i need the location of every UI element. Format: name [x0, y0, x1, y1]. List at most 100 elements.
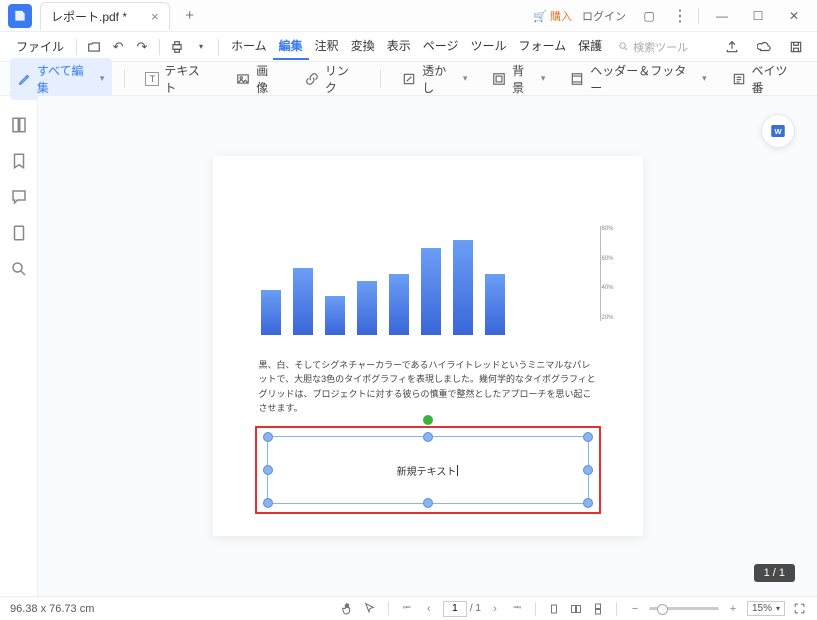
bookmark-icon[interactable] [10, 152, 28, 170]
save-icon[interactable] [785, 36, 807, 58]
attachment-icon[interactable] [10, 224, 28, 242]
link-icon [304, 71, 320, 87]
open-icon[interactable] [83, 36, 105, 58]
share-icon[interactable] [721, 36, 743, 58]
image-icon [235, 71, 251, 87]
resize-handle[interactable] [263, 498, 273, 508]
thumbnails-icon[interactable] [10, 116, 28, 134]
bar-chart: 80%60%40%20% [259, 226, 597, 336]
watermark-icon [401, 71, 417, 87]
fit-page-icon[interactable] [791, 601, 807, 617]
text-cursor [457, 465, 458, 476]
first-page-button[interactable]: ⭰ [399, 599, 415, 618]
chevron-down-icon: ▾ [100, 73, 105, 84]
chevron-down-icon: ▾ [541, 73, 546, 84]
menu-ツール[interactable]: ツール [464, 33, 512, 60]
app-icon [8, 4, 32, 28]
new-tab-button[interactable]: + [180, 7, 200, 24]
pencil-icon [18, 72, 32, 86]
zoom-select[interactable]: 15%▾ [747, 601, 785, 616]
resize-handle[interactable] [263, 432, 273, 442]
chart-bar [421, 248, 441, 335]
cloud-icon[interactable] [753, 36, 775, 58]
buy-button[interactable]: 🛒 購入 [533, 8, 572, 24]
textbox-content[interactable]: 新規テキスト [397, 463, 457, 478]
resize-handle[interactable] [583, 498, 593, 508]
header-footer-tool[interactable]: ヘッダー＆フッター ▾ [561, 58, 714, 100]
minimize-button[interactable]: ― [709, 3, 735, 29]
header-footer-icon [569, 71, 585, 87]
resize-handle[interactable] [583, 465, 593, 475]
resize-handle[interactable] [583, 432, 593, 442]
body-paragraph[interactable]: 黒、白、そしてシグネチャーカラーであるハイライトレッドというミニマルなパレットで… [259, 358, 597, 416]
menu-編集[interactable]: 編集 [273, 33, 309, 60]
background-icon [491, 71, 507, 87]
file-menu[interactable]: ファイル [10, 34, 70, 59]
undo-icon[interactable]: ↶ [107, 36, 129, 58]
more-menu-icon[interactable]: ⋮ [672, 6, 688, 26]
highlight-annotation: 新規テキスト [255, 426, 601, 514]
chart-bar [453, 240, 473, 335]
document-tab[interactable]: レポート.pdf * × [40, 2, 170, 30]
convert-word-button[interactable]: W [761, 114, 795, 148]
background-tool[interactable]: 背景 ▾ [483, 58, 553, 100]
next-page-button[interactable]: › [487, 603, 503, 615]
menu-表示[interactable]: 表示 [381, 33, 417, 60]
comment-icon[interactable] [10, 188, 28, 206]
resize-handle[interactable] [263, 465, 273, 475]
single-page-view-icon[interactable] [546, 601, 562, 617]
hand-tool-icon[interactable] [340, 601, 356, 617]
chart-bar [357, 281, 377, 335]
selected-textbox[interactable]: 新規テキスト [267, 436, 589, 504]
login-button[interactable]: ログイン [582, 8, 626, 24]
print-icon[interactable] [166, 36, 188, 58]
resize-handle[interactable] [423, 498, 433, 508]
close-tab-icon[interactable]: × [151, 9, 159, 24]
redo-icon[interactable]: ↷ [131, 36, 153, 58]
menu-ページ[interactable]: ページ [417, 33, 465, 60]
pdf-page[interactable]: 80%60%40%20% 黒、白、そしてシグネチャーカラーであるハイライトレッド… [213, 156, 643, 536]
rotation-handle[interactable] [423, 415, 433, 425]
chevron-down-icon: ▾ [702, 73, 707, 84]
text-icon: T [145, 72, 159, 86]
page-total: / 1 [470, 603, 481, 614]
watermark-tool[interactable]: 透かし ▾ [393, 58, 475, 100]
zoom-in-button[interactable]: + [725, 603, 741, 615]
word-icon: W [769, 122, 787, 140]
page-indicator-badge: 1 / 1 [754, 564, 795, 582]
chart-bar [325, 296, 345, 335]
tab-title: レポート.pdf * [51, 8, 127, 25]
bates-icon [731, 71, 747, 87]
continuous-view-icon[interactable] [590, 601, 606, 617]
svg-text:W: W [774, 127, 782, 136]
last-page-button[interactable]: ⭲ [509, 599, 525, 618]
resize-handle[interactable] [423, 432, 433, 442]
bates-tool[interactable]: ベイツ番 [723, 58, 807, 100]
search-icon [618, 41, 629, 52]
two-page-view-icon[interactable] [568, 601, 584, 617]
chevron-down-icon: ▾ [463, 73, 468, 84]
print-dropdown-icon[interactable]: ▾ [190, 36, 212, 58]
link-tool[interactable]: リンク [296, 58, 368, 100]
menu-変換[interactable]: 変換 [345, 33, 381, 60]
image-tool[interactable]: 画像 [227, 58, 288, 100]
prev-page-button[interactable]: ‹ [421, 603, 437, 615]
menu-フォーム[interactable]: フォーム [513, 33, 573, 60]
menu-保護[interactable]: 保護 [572, 33, 608, 60]
chart-bar [389, 274, 409, 335]
search-panel-icon[interactable] [10, 260, 28, 278]
edit-all-tool[interactable]: すべて編集 ▾ [10, 58, 112, 100]
close-window-button[interactable]: ✕ [781, 3, 807, 29]
select-tool-icon[interactable] [362, 601, 378, 617]
cursor-coordinates: 96.38 x 76.73 cm [10, 603, 94, 615]
chart-bar [261, 290, 281, 335]
notification-icon[interactable]: ▢ [636, 3, 662, 29]
menu-ホーム[interactable]: ホーム [225, 33, 273, 60]
maximize-button[interactable]: ☐ [745, 3, 771, 29]
zoom-slider[interactable] [649, 607, 719, 610]
menu-注釈[interactable]: 注釈 [309, 33, 345, 60]
zoom-out-button[interactable]: − [627, 603, 643, 615]
page-input[interactable] [443, 601, 467, 617]
search-tools[interactable]: 検索ツール [618, 39, 688, 55]
text-tool[interactable]: T テキスト [137, 58, 219, 100]
